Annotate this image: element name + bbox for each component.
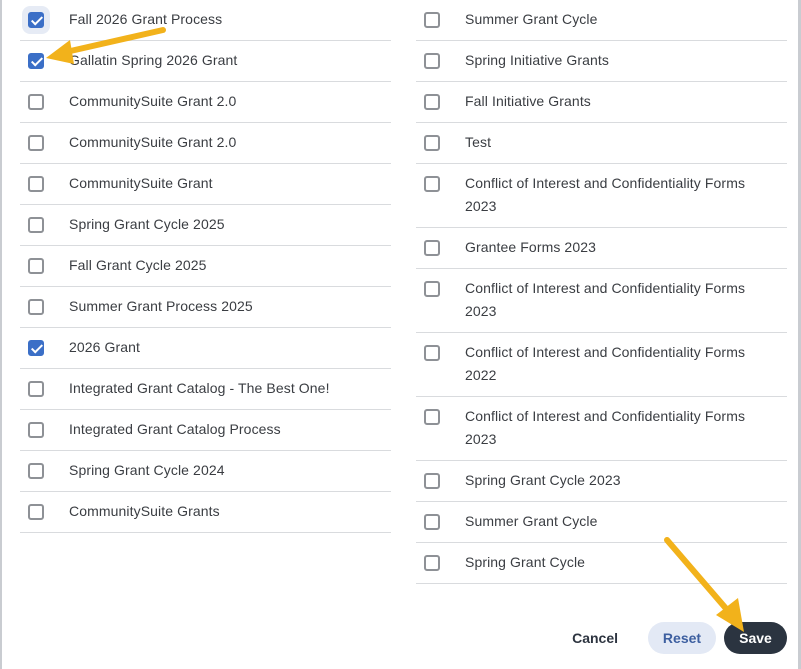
checkbox[interactable] <box>28 299 44 315</box>
checkbox[interactable] <box>424 135 440 151</box>
checkbox[interactable] <box>424 345 440 361</box>
list-item-label: Integrated Grant Catalog - The Best One! <box>69 380 330 396</box>
checkbox[interactable] <box>424 409 440 425</box>
list-item[interactable]: Conflict of Interest and Confidentiality… <box>416 333 787 397</box>
list-item[interactable]: CommunitySuite Grants <box>20 492 391 533</box>
checkbox[interactable] <box>28 135 44 151</box>
list-item-label: Conflict of Interest and Confidentiality… <box>465 280 746 319</box>
list-item-label: Spring Grant Cycle 2025 <box>69 216 225 232</box>
list-item-label: Test <box>465 134 492 150</box>
list-item-label: CommunitySuite Grant 2.0 <box>69 93 237 109</box>
list-item[interactable]: Fall Grant Cycle 2025 <box>20 246 391 287</box>
list-item[interactable]: Spring Grant Cycle 2025 <box>20 205 391 246</box>
checkbox[interactable] <box>28 381 44 397</box>
list-item-label: Grantee Forms 2023 <box>465 239 596 255</box>
cancel-button[interactable]: Cancel <box>554 622 636 654</box>
list-item[interactable]: CommunitySuite Grant 2.0 <box>20 82 391 123</box>
checkbox[interactable] <box>28 463 44 479</box>
list-item-label: CommunitySuite Grant 2.0 <box>69 134 237 150</box>
list-item-label: Fall 2026 Grant Process <box>69 11 223 27</box>
list-item[interactable]: Spring Grant Cycle 2023 <box>416 461 787 502</box>
list-item[interactable]: Spring Grant Cycle <box>416 543 787 584</box>
list-item-label: Conflict of Interest and Confidentiality… <box>465 344 746 383</box>
checkbox[interactable] <box>424 555 440 571</box>
list-item[interactable]: 2026 Grant <box>20 328 391 369</box>
list-item-label: Spring Grant Cycle <box>465 554 586 570</box>
list-item-label: Summer Grant Cycle <box>465 11 598 27</box>
list-item[interactable]: Spring Initiative Grants <box>416 41 787 82</box>
checkbox[interactable] <box>424 94 440 110</box>
list-item[interactable]: Fall 2026 Grant Process <box>20 0 391 41</box>
checkbox[interactable] <box>424 473 440 489</box>
list-item-label: Spring Grant Cycle 2024 <box>69 462 225 478</box>
list-item[interactable]: Test <box>416 123 787 164</box>
list-item[interactable]: Conflict of Interest and Confidentiality… <box>416 164 787 228</box>
checkbox[interactable] <box>28 422 44 438</box>
reset-button[interactable]: Reset <box>648 622 716 654</box>
list-item-label: Summer Grant Process 2025 <box>69 298 253 314</box>
list-item-label: 2026 Grant <box>69 339 141 355</box>
checkbox[interactable] <box>28 504 44 520</box>
checkbox[interactable] <box>28 258 44 274</box>
dialog-edge-left <box>0 0 2 669</box>
checkbox[interactable] <box>424 281 440 297</box>
list-item-label: Spring Initiative Grants <box>465 52 610 68</box>
list-item[interactable]: Summer Grant Cycle <box>416 502 787 543</box>
list-item-label: Fall Grant Cycle 2025 <box>69 257 207 273</box>
list-item-label: Spring Grant Cycle 2023 <box>465 472 621 488</box>
list-item-label: CommunitySuite Grant <box>69 175 213 191</box>
list-item[interactable]: Fall Initiative Grants <box>416 82 787 123</box>
list-item[interactable]: Spring Grant Cycle 2024 <box>20 451 391 492</box>
checkbox[interactable] <box>424 12 440 28</box>
list-item[interactable]: Summer Grant Cycle <box>416 0 787 41</box>
grant-process-list-right: Summer Grant Cycle Spring Initiative Gran… <box>416 0 787 584</box>
list-item-label: Conflict of Interest and Confidentiality… <box>465 175 746 214</box>
checkbox[interactable] <box>28 176 44 192</box>
dialog-actions: Cancel Reset Save <box>554 622 787 654</box>
checkbox[interactable] <box>424 176 440 192</box>
list-item[interactable]: CommunitySuite Grant 2.0 <box>20 123 391 164</box>
list-item[interactable]: Conflict of Interest and Confidentiality… <box>416 397 787 461</box>
list-item-label: Conflict of Interest and Confidentiality… <box>465 408 746 447</box>
checkbox[interactable] <box>28 217 44 233</box>
list-item[interactable]: Summer Grant Process 2025 <box>20 287 391 328</box>
list-item-label: Integrated Grant Catalog Process <box>69 421 281 437</box>
list-item-label: Summer Grant Cycle <box>465 513 598 529</box>
checkbox[interactable] <box>424 53 440 69</box>
list-item[interactable]: Grantee Forms 2023 <box>416 228 787 269</box>
list-item-label: Fall Initiative Grants <box>465 93 591 109</box>
checkbox[interactable] <box>28 94 44 110</box>
checkbox[interactable] <box>424 514 440 530</box>
checkbox-checked[interactable] <box>28 53 44 69</box>
save-button[interactable]: Save <box>724 622 787 654</box>
grant-process-list-left: Fall 2026 Grant Process Gallatin Spring 2… <box>20 0 391 533</box>
list-item[interactable]: Integrated Grant Catalog Process <box>20 410 391 451</box>
checkbox[interactable] <box>424 240 440 256</box>
list-item[interactable]: Gallatin Spring 2026 Grant <box>20 41 391 82</box>
list-item-label: CommunitySuite Grants <box>69 503 220 519</box>
list-item[interactable]: CommunitySuite Grant <box>20 164 391 205</box>
list-item[interactable]: Integrated Grant Catalog - The Best One! <box>20 369 391 410</box>
checkbox-checked[interactable] <box>28 12 44 28</box>
list-item-label: Gallatin Spring 2026 Grant <box>69 52 238 68</box>
checkbox-checked[interactable] <box>28 340 44 356</box>
list-item[interactable]: Conflict of Interest and Confidentiality… <box>416 269 787 333</box>
